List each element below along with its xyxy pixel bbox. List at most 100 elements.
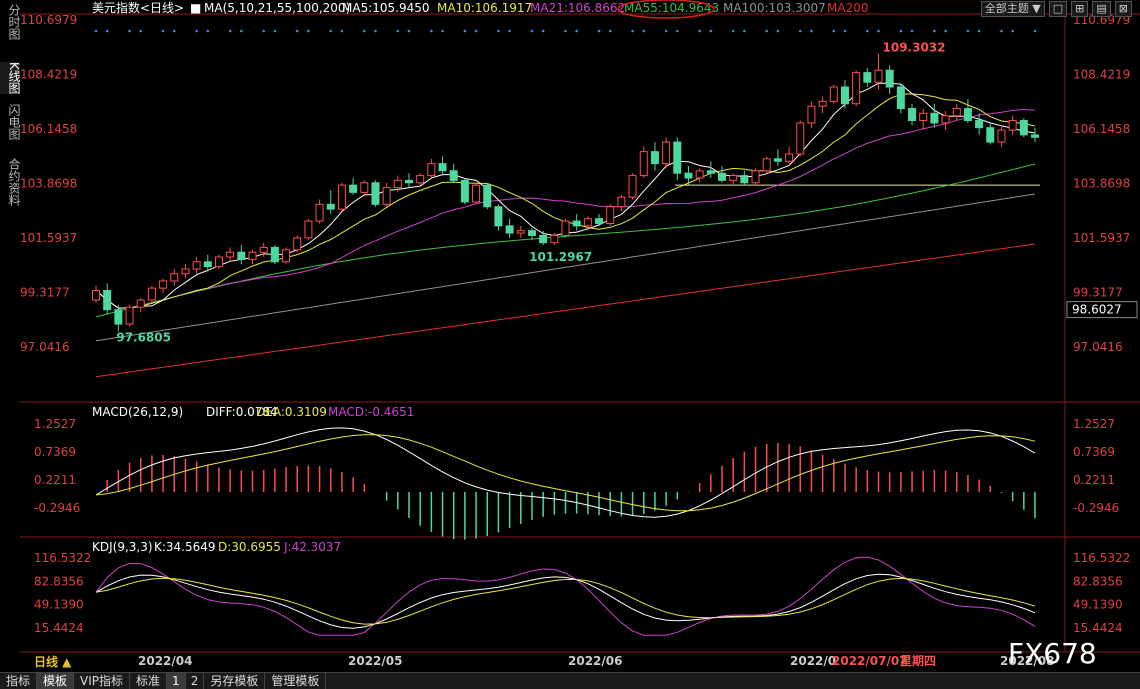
candle-body: [214, 256, 223, 268]
signal-dot: [474, 29, 478, 33]
bottom-tab-7[interactable]: 管理模板: [265, 673, 327, 689]
close-icon[interactable]: ⊠: [1114, 1, 1132, 17]
signal-dot: [966, 29, 970, 33]
candle-body: [863, 72, 872, 83]
signal-dot: [776, 29, 780, 33]
price-tick-label-left: 97.0416: [20, 340, 70, 354]
fx678-watermark: FX678: [1008, 637, 1097, 670]
candle-body: [416, 175, 425, 184]
candle-body: [103, 290, 112, 311]
bottom-tab-3[interactable]: 标准: [130, 673, 168, 689]
price-tick-label: 97.0416: [1073, 340, 1123, 354]
signal-dot: [877, 29, 880, 33]
bottom-tab-1[interactable]: 模板: [37, 673, 75, 689]
candle-body: [952, 108, 961, 117]
kdj-k-label: K:34.5649: [154, 540, 216, 554]
signal-dot: [530, 29, 534, 33]
signal-dot: [441, 29, 444, 33]
candle-body: [617, 196, 626, 208]
time-axis-label: 2022/0: [790, 654, 836, 668]
candle-body: [505, 225, 514, 234]
candle-body: [315, 203, 324, 222]
kdj-tick-label-left: 49.1390: [34, 598, 84, 612]
signal-dot: [329, 29, 333, 33]
time-axis-label: 2022/05: [348, 654, 402, 668]
high-price-label: 109.3032: [883, 40, 946, 54]
candle-body: [483, 184, 492, 208]
candle-body: [114, 309, 123, 325]
ma100-value: MA100:103.3007: [723, 1, 826, 15]
time-axis-label: 2022/04: [138, 654, 192, 668]
signal-dot: [508, 29, 511, 33]
macd-tick-label: -0.2946: [1073, 501, 1119, 515]
signal-dot: [463, 29, 467, 33]
top-right-controls: 全部主题 ▼ □ ⊞ ▤ ⊠: [980, 1, 1132, 17]
bottom-tab-0[interactable]: 指标: [0, 673, 38, 689]
candle-body: [382, 187, 391, 205]
candle-body: [818, 100, 827, 107]
candle-body: [438, 163, 447, 172]
signal-dot: [240, 29, 243, 33]
price-tick-label: 106.1458: [1073, 122, 1130, 136]
kdj-tick-label: 49.1390: [1073, 598, 1123, 612]
signal-dot: [105, 29, 109, 33]
candle-body: [136, 299, 145, 308]
candle-body: [561, 220, 570, 236]
candle-body: [930, 112, 939, 124]
price-chart[interactable]: 美元指数 <日线> ■ MA(5,10,21,55,100,200) MA5:1…: [20, 0, 1140, 672]
theme-dropdown[interactable]: 全部主题 ▼: [980, 1, 1045, 17]
bottom-tab-2[interactable]: VIP指标: [74, 673, 131, 689]
box-icon[interactable]: □: [1048, 1, 1068, 17]
layout-icon[interactable]: ▤: [1092, 1, 1111, 17]
left-tab-1[interactable]: K线图: [0, 62, 21, 94]
left-tab-2[interactable]: 闪电图: [0, 104, 21, 140]
candle-body: [192, 261, 201, 270]
candle-body: [583, 218, 592, 227]
candle-body: [371, 182, 380, 205]
candle-body: [840, 86, 849, 105]
candle-body: [706, 170, 715, 174]
bottom-tab-4[interactable]: 1: [167, 673, 186, 689]
left-tab-0[interactable]: 分时图: [0, 4, 21, 40]
candle-body: [1031, 134, 1039, 138]
symbol-label: 美元指数: [92, 0, 140, 15]
candle-body: [282, 249, 291, 263]
signal-dot: [765, 29, 769, 33]
price-tick-label-left: 99.3177: [20, 285, 70, 299]
signal-dot: [731, 29, 735, 33]
macd-tick-label: 0.7369: [1073, 445, 1115, 459]
bottom-tab-6[interactable]: 另存模板: [204, 673, 266, 689]
candle-body: [326, 203, 335, 210]
candle-body: [92, 290, 100, 301]
macd-dea-label: DEA:0.3109: [256, 405, 327, 419]
candle-body: [606, 206, 615, 224]
macd-tick-label: 0.2211: [1073, 473, 1115, 487]
grid-icon[interactable]: ⊞: [1071, 1, 1089, 17]
signal-dot: [575, 29, 578, 33]
candle-body: [896, 86, 905, 110]
price-tick-label: 101.5937: [1073, 231, 1130, 245]
bottom-tab-5[interactable]: 2: [186, 673, 205, 689]
price-tick-label-left: 103.8698: [20, 176, 77, 190]
candle-body: [270, 246, 279, 263]
signal-dot: [396, 29, 400, 33]
kdj-tick-label-left: 82.8356: [34, 574, 84, 588]
candle-body: [125, 306, 134, 325]
kdj-tick-label: 116.5322: [1073, 551, 1130, 565]
candle-body: [718, 172, 726, 181]
signal-dot: [631, 29, 634, 33]
left-tab-3[interactable]: 合约资料: [0, 158, 21, 206]
candle-body: [248, 251, 257, 260]
candle-body: [885, 69, 894, 88]
candle-body: [650, 151, 659, 165]
signal-dot: [944, 29, 947, 33]
ma200-value: MA200: [827, 1, 868, 15]
candle-body: [595, 218, 604, 224]
signal-dot: [172, 29, 176, 33]
candle-body: [852, 72, 861, 105]
signal-dot: [206, 29, 210, 33]
candle-body: [349, 184, 358, 193]
price-tick-label: 99.3177: [1073, 285, 1123, 299]
price-tick-label-left: 108.4219: [20, 67, 77, 81]
candle-body: [874, 69, 883, 83]
